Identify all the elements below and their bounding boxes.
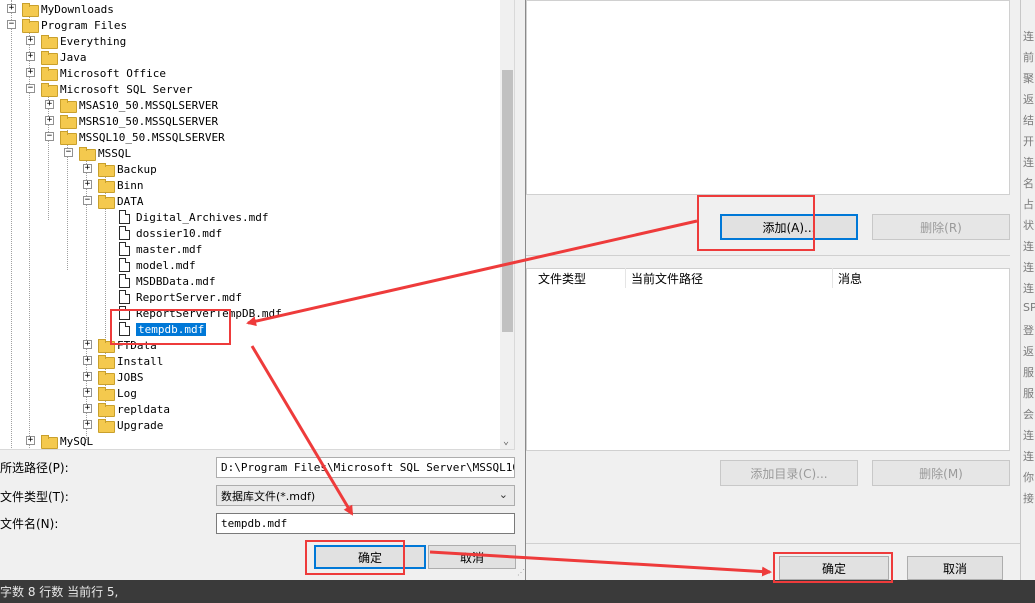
arrow-tempdb-to-ok [250, 345, 354, 516]
arrow-add-to-tempdb [246, 219, 698, 327]
arrow-ok-to-main-ok [429, 550, 772, 577]
annotation-arrows [246, 219, 772, 577]
